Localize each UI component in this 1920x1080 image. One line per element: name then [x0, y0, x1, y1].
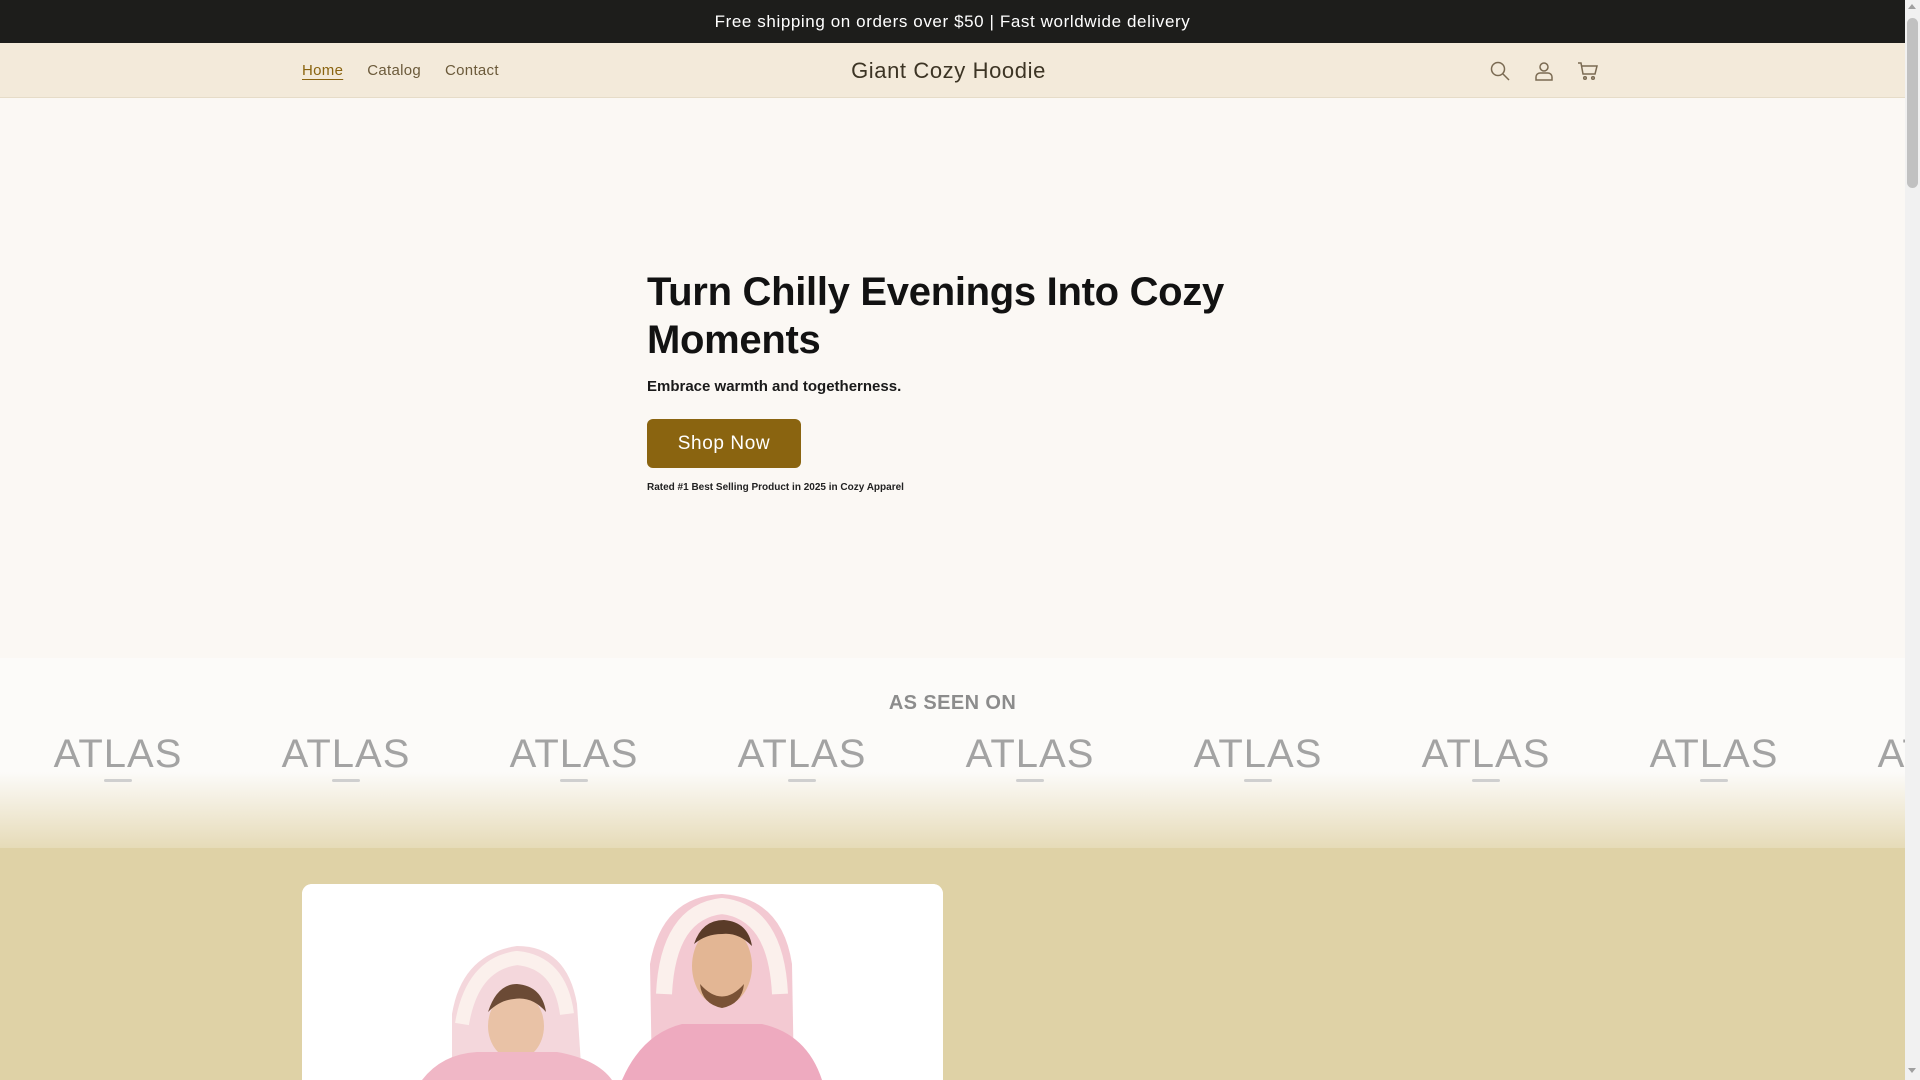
- press-logo: ATLAS: [1416, 732, 1556, 802]
- press-logo: ATLAS: [48, 732, 188, 802]
- nav-catalog-link[interactable]: Catalog: [367, 62, 421, 79]
- scroll-up-arrow-icon[interactable]: [1908, 4, 1916, 9]
- press-logo-strip: ATLAS ATLAS ATLAS ATLAS ATLAS ATLAS ATLA…: [0, 732, 1905, 802]
- pink-hoodie-models-image: [302, 884, 943, 1080]
- announcement-bar: Free shipping on orders over $50 | Fast …: [0, 0, 1905, 43]
- scrollbar-thumb[interactable]: [1907, 18, 1918, 188]
- search-button[interactable]: [1487, 58, 1513, 84]
- scroll-down-arrow-icon[interactable]: [1908, 1068, 1916, 1073]
- hero-subtitle: Embrace warmth and togetherness.: [647, 378, 902, 395]
- header-icons: [1487, 43, 1601, 98]
- product-image-card[interactable]: [302, 884, 943, 1080]
- press-logo: ATLAS: [1188, 732, 1328, 802]
- site-header: Home Catalog Contact Giant Cozy Hoodie: [0, 43, 1905, 98]
- press-logo: ATLAS: [1877, 732, 1905, 776]
- press-logo: ATLAS: [960, 732, 1100, 802]
- press-logo: ATLAS: [504, 732, 644, 802]
- account-icon: [1535, 61, 1553, 81]
- shop-now-button[interactable]: Shop Now: [647, 419, 801, 468]
- main-nav: Home Catalog Contact: [302, 43, 499, 98]
- site-logo-text[interactable]: Giant Cozy Hoodie: [851, 58, 1046, 84]
- hero-title: Turn Chilly Evenings Into Cozy Moments: [647, 270, 1224, 362]
- product-section: [0, 848, 1905, 1080]
- nav-contact-link[interactable]: Contact: [445, 62, 499, 79]
- press-logo: ATLAS: [276, 732, 416, 802]
- page-scrollbar[interactable]: [1905, 0, 1920, 1080]
- cart-icon: [1578, 61, 1598, 80]
- press-logo: ATLAS: [1644, 732, 1784, 802]
- press-logo: ATLAS: [732, 732, 872, 802]
- announcement-text: Free shipping on orders over $50 | Fast …: [714, 11, 1191, 31]
- hero-section: Turn Chilly Evenings Into Cozy Moments E…: [0, 98, 1905, 658]
- site-logo: Giant Cozy Hoodie: [0, 43, 1897, 98]
- rated-text: Rated #1 Best Selling Product in 2025 in…: [647, 482, 904, 493]
- as-seen-on-section: AS SEEN ON ATLAS ATLAS ATLAS ATLAS ATLAS…: [0, 658, 1905, 848]
- cart-button[interactable]: [1575, 58, 1601, 84]
- search-icon: [1490, 61, 1510, 81]
- hero-content: Turn Chilly Evenings Into Cozy Moments E…: [647, 268, 1267, 493]
- account-button[interactable]: [1531, 58, 1557, 84]
- as-seen-on-title: AS SEEN ON: [888, 692, 1017, 714]
- nav-home-link[interactable]: Home: [302, 62, 343, 79]
